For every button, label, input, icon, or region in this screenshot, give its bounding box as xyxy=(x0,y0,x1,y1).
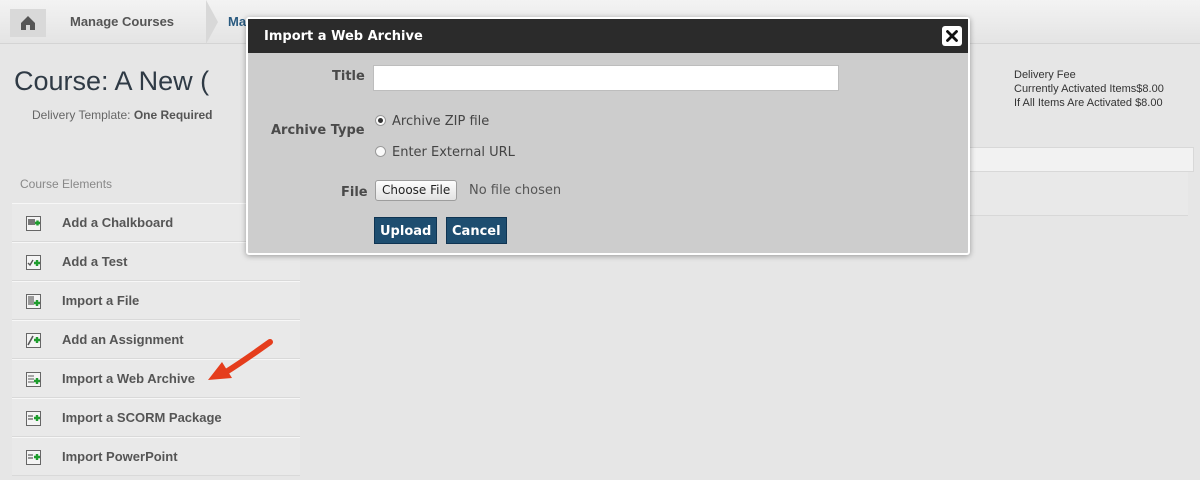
sidebar-heading: Course Elements xyxy=(20,177,113,191)
web-archive-import-icon xyxy=(26,372,41,387)
delivery-template-label: Delivery Template: xyxy=(32,108,131,122)
sidebar-item-import-powerpoint[interactable]: Import PowerPoint xyxy=(12,437,300,476)
annotation-arrow-icon xyxy=(208,339,273,380)
radio-external-url-label[interactable]: Enter External URL xyxy=(392,145,515,160)
archive-type-label: Archive Type xyxy=(271,123,365,138)
file-import-icon xyxy=(26,294,41,309)
sidebar-item-label: Add a Test xyxy=(62,254,128,269)
breadcrumb-manage-courses[interactable]: Manage Courses xyxy=(70,0,174,44)
radio-archive-zip[interactable] xyxy=(375,115,386,126)
radio-external-url[interactable] xyxy=(375,146,386,157)
title-input[interactable] xyxy=(373,65,839,91)
choose-file-button[interactable]: Choose File xyxy=(375,180,458,201)
fee-value: $8.00 xyxy=(1136,83,1164,95)
sidebar-item-label: Add a Chalkboard xyxy=(62,215,174,230)
home-button[interactable] xyxy=(10,9,46,37)
sidebar-item-label: Add an Assignment xyxy=(62,332,184,347)
sidebar-item-import-file[interactable]: Import a File xyxy=(12,281,300,320)
sidebar-item-import-scorm[interactable]: Import a SCORM Package xyxy=(12,398,300,437)
cancel-button[interactable]: Cancel xyxy=(446,217,507,244)
radio-archive-zip-label[interactable]: Archive ZIP file xyxy=(392,114,489,129)
title-label: Title xyxy=(332,69,365,84)
delivery-template: Delivery Template: One Required xyxy=(32,108,213,122)
close-icon xyxy=(946,30,958,42)
sidebar-item-label: Import a File xyxy=(62,293,140,308)
page-title: Course: A New ( xyxy=(14,66,210,96)
sidebar-item-label: Import a SCORM Package xyxy=(62,410,222,425)
assignment-add-icon xyxy=(26,333,41,348)
no-file-chosen-text: No file chosen xyxy=(469,183,562,198)
upload-button[interactable]: Upload xyxy=(374,217,438,244)
fee-row-current: Currently Activated Items$8.00 xyxy=(1014,82,1200,96)
fee-value: $8.00 xyxy=(1135,97,1163,109)
powerpoint-import-icon xyxy=(26,450,41,465)
scorm-import-icon xyxy=(26,411,41,426)
breadcrumb-separator xyxy=(206,0,218,44)
delivery-fee-panel: Delivery Fee Currently Activated Items$8… xyxy=(1014,68,1200,110)
dialog-header: Import a Web Archive xyxy=(248,19,968,53)
close-button[interactable] xyxy=(942,26,962,46)
delivery-fee-heading: Delivery Fee xyxy=(1014,69,1076,81)
fee-label: If All Items Are Activated xyxy=(1014,97,1132,109)
sidebar-item-label: Import PowerPoint xyxy=(62,449,178,464)
fee-label: Currently Activated Items xyxy=(1014,83,1137,95)
import-web-archive-dialog: Import a Web Archive Title Archive Type … xyxy=(246,17,970,255)
delivery-template-value: One Required xyxy=(133,108,213,122)
chalkboard-add-icon xyxy=(26,216,41,231)
breadcrumb-current[interactable]: Ma xyxy=(228,0,246,44)
file-label: File xyxy=(341,185,368,200)
home-icon xyxy=(21,16,35,30)
dialog-title: Import a Web Archive xyxy=(264,29,423,44)
fee-row-all: If All Items Are Activated $8.00 xyxy=(1014,96,1200,110)
test-add-icon xyxy=(26,255,41,270)
sidebar-item-label: Import a Web Archive xyxy=(62,371,195,386)
